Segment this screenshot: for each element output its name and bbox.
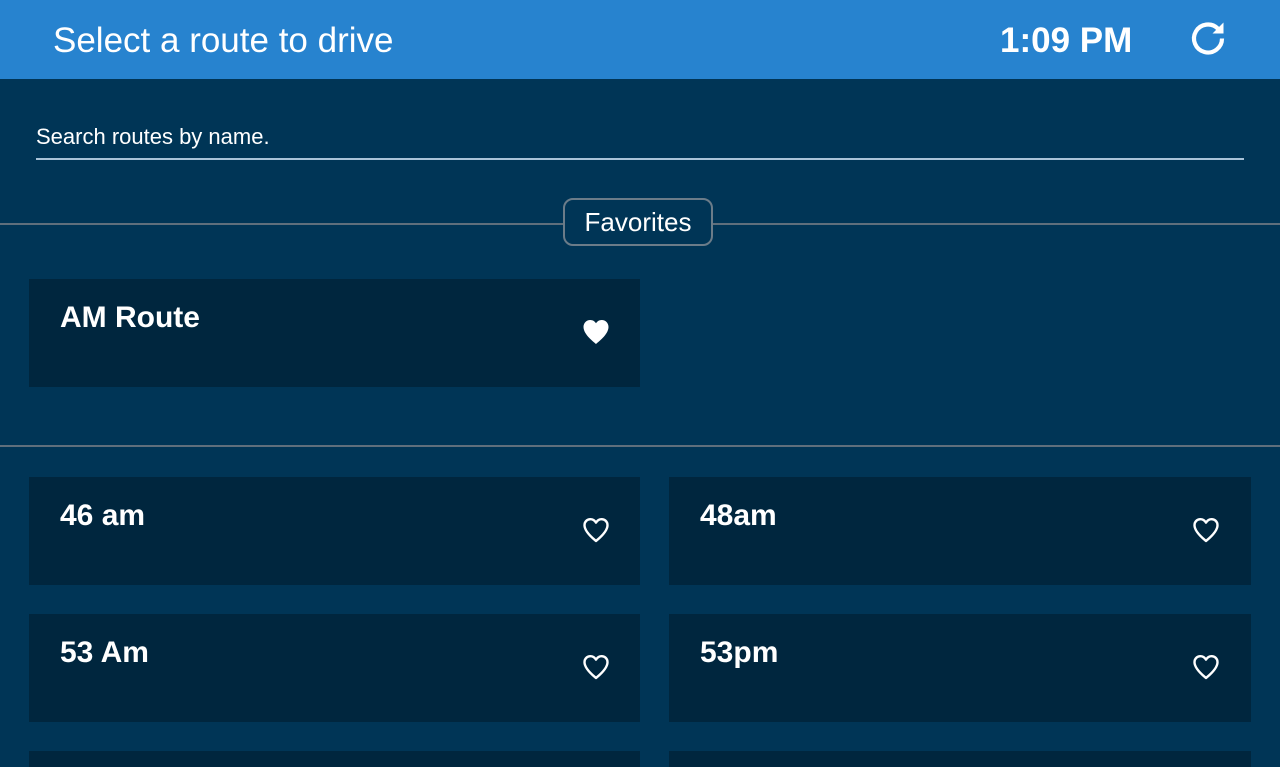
route-name: 46 am (60, 499, 146, 532)
favorite-toggle-button[interactable] (581, 652, 611, 682)
search-input[interactable] (36, 118, 1244, 156)
favorite-toggle-button[interactable] (581, 317, 611, 347)
page-title: Select a route to drive (53, 21, 394, 60)
route-card[interactable]: 46 am (29, 477, 640, 585)
favorites-section-label: Favorites (563, 198, 713, 246)
refresh-button[interactable] (1186, 17, 1230, 61)
heart-outline-icon (1193, 518, 1219, 543)
favorite-toggle-button[interactable] (1191, 515, 1221, 545)
favorite-route-card[interactable]: AM Route (29, 279, 640, 387)
route-card[interactable]: 53 Am (29, 614, 640, 722)
heart-outline-icon (1193, 655, 1219, 680)
favorite-toggle-button[interactable] (581, 515, 611, 545)
favorite-toggle-button[interactable] (1191, 652, 1221, 682)
app-header: Select a route to drive 1:09 PM (0, 0, 1280, 79)
heart-filled-icon (583, 320, 609, 344)
route-selection-screen: Select a route to drive 1:09 PM Favorite… (0, 0, 1280, 767)
routes-divider (0, 445, 1280, 447)
route-name: 53 Am (60, 636, 149, 669)
search-field (36, 118, 1244, 160)
route-name: 48am (700, 499, 777, 532)
route-card[interactable]: 48am (669, 477, 1251, 585)
route-name: AM Route (60, 301, 200, 334)
route-card[interactable] (669, 751, 1251, 767)
clock-time: 1:09 PM (1000, 21, 1133, 60)
refresh-icon (1191, 22, 1225, 55)
route-card[interactable] (29, 751, 640, 767)
heart-outline-icon (583, 518, 609, 543)
route-card[interactable]: 53pm (669, 614, 1251, 722)
heart-outline-icon (583, 655, 609, 680)
route-name: 53pm (700, 636, 779, 669)
